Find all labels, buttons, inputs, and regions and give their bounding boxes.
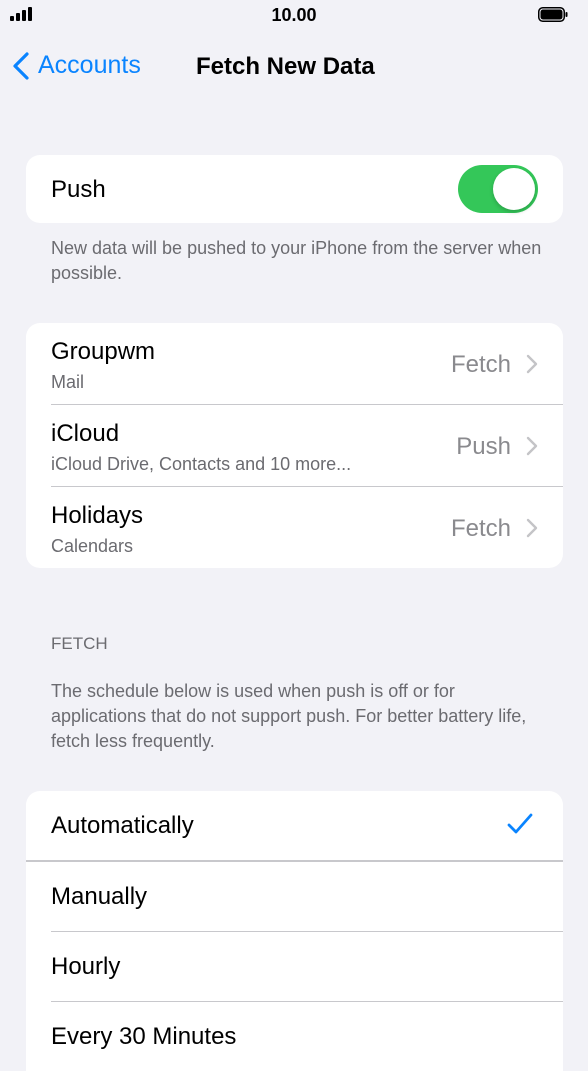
account-row-icloud[interactable]: iCloud iCloud Drive, Contacts and 10 mor… — [51, 405, 563, 487]
back-button[interactable]: Accounts — [12, 51, 141, 80]
chevron-right-icon — [526, 354, 538, 374]
chevron-left-icon — [13, 51, 29, 80]
fetch-option-hourly[interactable]: Hourly — [51, 932, 563, 1002]
account-detail: Calendars — [51, 536, 134, 556]
fetch-section-header: FETCH — [51, 634, 108, 653]
fetch-option-label: Hourly — [51, 953, 121, 980]
push-footer-text: New data will be pushed to your iPhone f… — [51, 238, 542, 283]
fetch-option-label: Manually — [51, 883, 148, 910]
fetch-option-automatically[interactable]: Automatically — [26, 791, 563, 862]
account-name: Holidays — [51, 502, 144, 529]
battery-icon — [538, 7, 568, 22]
account-fetch-mode: Push — [456, 433, 511, 460]
push-label: Push — [51, 176, 106, 203]
fetch-option-label: Every 30 Minutes — [51, 1023, 237, 1050]
accounts-card: Groupwm Mail Fetch iCloud iCloud Drive, … — [26, 323, 563, 568]
account-fetch-mode: Fetch — [450, 515, 511, 542]
chevron-right-icon — [526, 518, 538, 538]
fetch-description: The schedule below is used when push is … — [51, 681, 527, 751]
account-row-holidays[interactable]: Holidays Calendars Fetch — [51, 487, 563, 568]
status-bar: 10.00 — [0, 0, 588, 34]
fetch-option-manually[interactable]: Manually — [51, 862, 563, 932]
toggle-knob — [493, 168, 535, 210]
account-row-groupwm[interactable]: Groupwm Mail Fetch — [51, 323, 563, 405]
chevron-right-icon — [526, 436, 538, 456]
back-button-label: Accounts — [38, 51, 141, 79]
fetch-option-every-30-minutes[interactable]: Every 30 Minutes — [51, 1002, 563, 1071]
status-time: 10.00 — [271, 5, 317, 25]
navigation-bar: Accounts Fetch New Data — [0, 40, 588, 92]
fetch-options-card: Automatically Manually Hourly Every 30 M… — [26, 791, 563, 1071]
account-name: Groupwm — [51, 338, 156, 365]
checkmark-icon — [507, 813, 533, 834]
account-fetch-mode: Fetch — [450, 351, 511, 378]
account-detail: iCloud Drive, Contacts and 10 more... — [51, 454, 352, 474]
account-detail: Mail — [51, 372, 85, 392]
account-name: iCloud — [51, 420, 120, 447]
page-title: Fetch New Data — [196, 53, 375, 80]
push-row: Push — [51, 155, 563, 223]
push-toggle[interactable] — [458, 165, 538, 213]
push-card: Push — [26, 155, 563, 223]
fetch-option-label: Automatically — [51, 812, 194, 839]
